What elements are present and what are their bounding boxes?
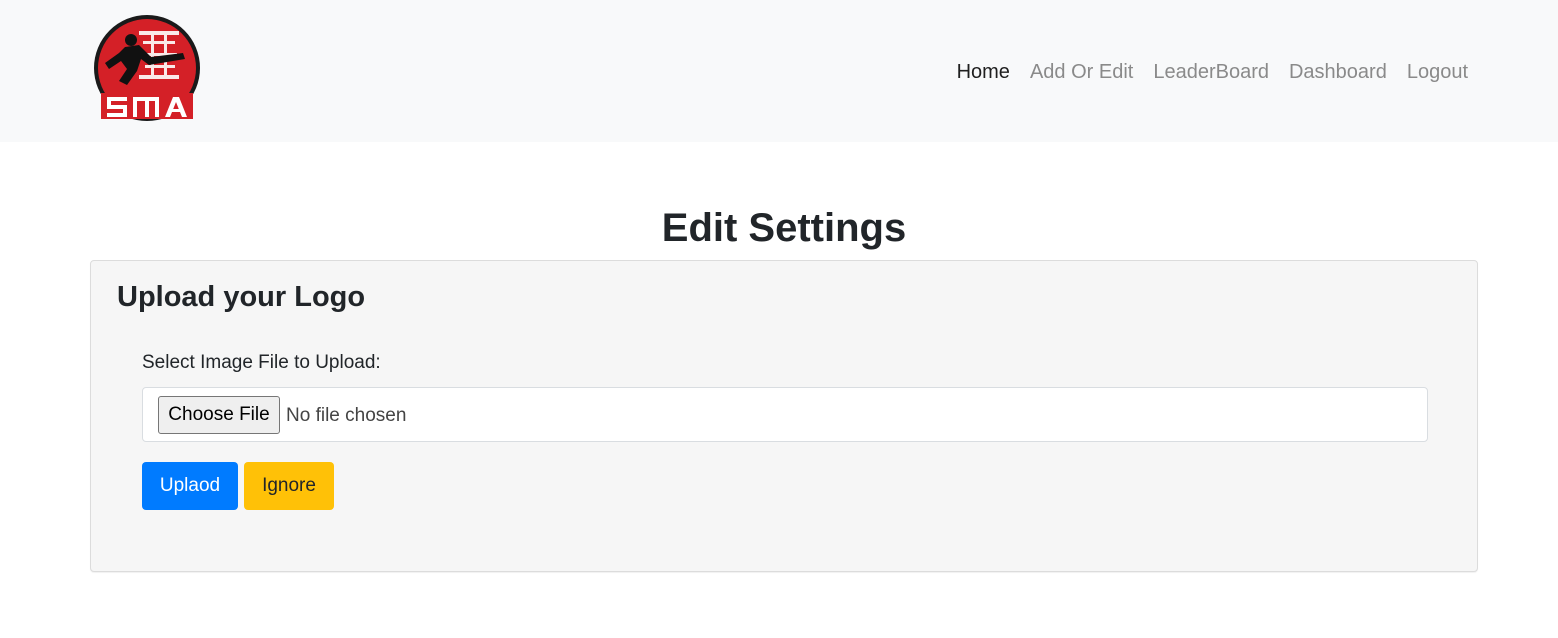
file-field-label: Select Image File to Upload:: [142, 352, 381, 373]
upload-button[interactable]: Uplaod: [142, 462, 238, 510]
file-upload-input[interactable]: Choose File No file chosen: [142, 387, 1428, 442]
brand-logo[interactable]: [91, 13, 203, 123]
nav-home[interactable]: Home: [957, 58, 1010, 86]
main-nav: Home Add Or Edit LeaderBoard Dashboard L…: [957, 58, 1468, 86]
card-title: Upload your Logo: [117, 281, 366, 313]
upload-logo-card: Upload your Logo Select Image File to Up…: [90, 260, 1478, 572]
nav-add-or-edit[interactable]: Add Or Edit: [1030, 58, 1133, 86]
file-status-text: No file chosen: [286, 405, 407, 426]
ignore-button[interactable]: Ignore: [244, 462, 334, 510]
nav-logout[interactable]: Logout: [1407, 58, 1468, 86]
navbar: Home Add Or Edit LeaderBoard Dashboard L…: [0, 0, 1558, 142]
nav-dashboard[interactable]: Dashboard: [1289, 58, 1387, 86]
page-title: Edit Settings: [661, 206, 907, 250]
nav-leaderboard[interactable]: LeaderBoard: [1153, 58, 1269, 86]
choose-file-button[interactable]: Choose File: [158, 396, 280, 434]
